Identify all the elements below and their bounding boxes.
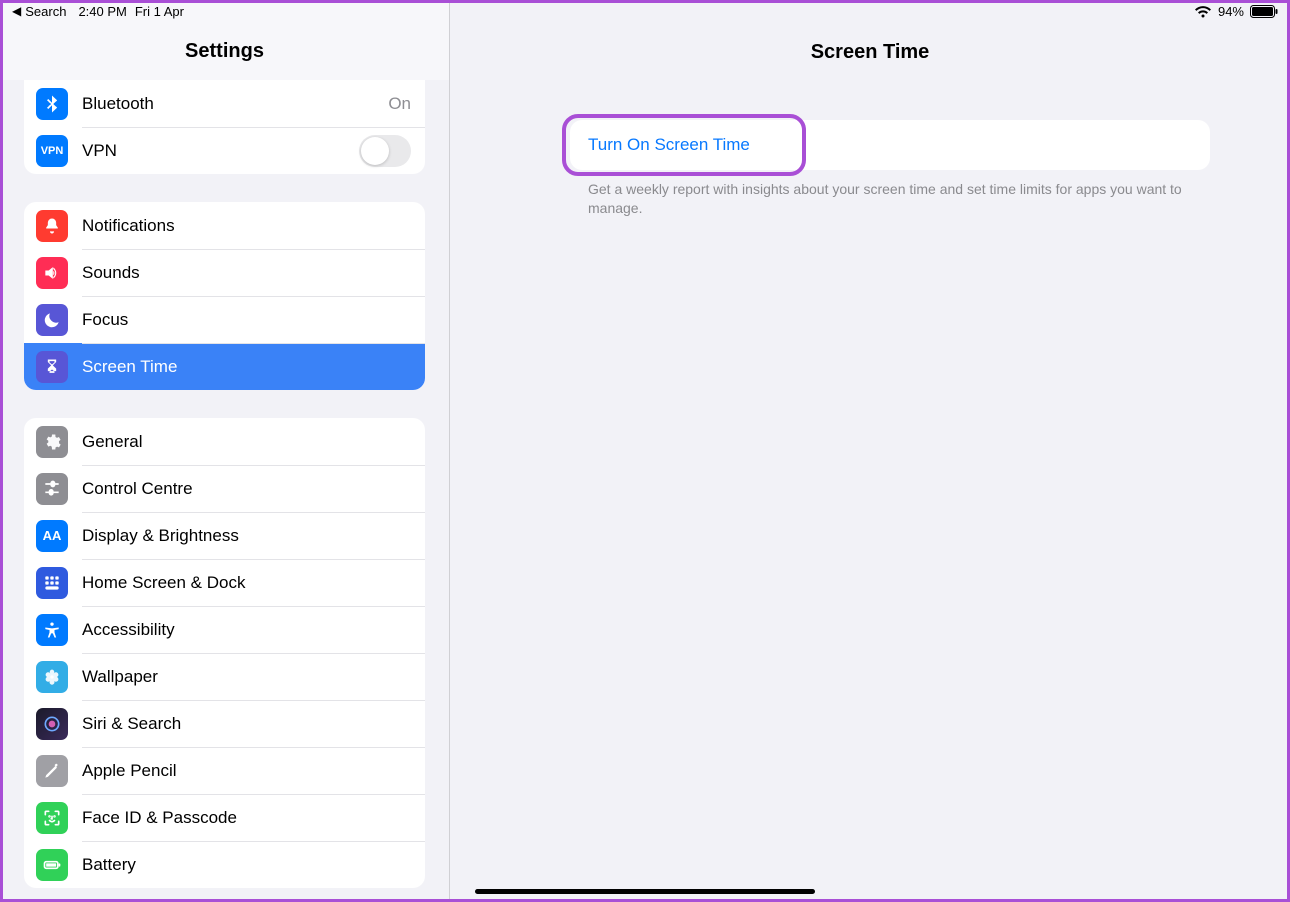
sidebar-scroll[interactable]: Bluetooth On VPN VPN Notifications <box>0 80 449 902</box>
status-bar: ◀ Search 2:40 PM Fri 1 Apr 94% <box>0 0 1290 22</box>
row-label: Apple Pencil <box>82 761 411 781</box>
battery-percentage: 94% <box>1218 4 1244 19</box>
sidebar-item-display[interactable]: AA Display & Brightness <box>24 512 425 559</box>
gear-icon <box>36 426 68 458</box>
sidebar-item-faceid[interactable]: Face ID & Passcode <box>24 794 425 841</box>
sidebar-item-battery[interactable]: Battery <box>24 841 425 888</box>
bluetooth-status: On <box>388 94 411 114</box>
faceid-icon <box>36 802 68 834</box>
status-date: Fri 1 Apr <box>135 4 184 19</box>
sidebar-item-apple-pencil[interactable]: Apple Pencil <box>24 747 425 794</box>
row-label: General <box>82 432 411 452</box>
bell-icon <box>36 210 68 242</box>
row-label: Battery <box>82 855 411 875</box>
row-label: VPN <box>82 141 345 161</box>
sliders-icon <box>36 473 68 505</box>
grid-icon <box>36 567 68 599</box>
turn-on-label: Turn On Screen Time <box>588 135 750 154</box>
row-label: Focus <box>82 310 411 330</box>
detail-title: Screen Time <box>811 41 930 64</box>
sidebar-section-notifications: Notifications Sounds Focus <box>24 202 425 390</box>
vpn-icon: VPN <box>36 135 68 167</box>
sidebar-item-wallpaper[interactable]: Wallpaper <box>24 653 425 700</box>
sidebar-item-general[interactable]: General <box>24 418 425 465</box>
detail-footer-text: Get a weekly report with insights about … <box>570 170 1210 218</box>
status-time: 2:40 PM <box>78 4 126 19</box>
accessibility-icon <box>36 614 68 646</box>
sidebar-item-vpn[interactable]: VPN VPN <box>24 127 425 174</box>
sidebar-title: Settings <box>185 40 264 63</box>
moon-icon <box>36 304 68 336</box>
row-label: Accessibility <box>82 620 411 640</box>
speaker-icon <box>36 257 68 289</box>
sidebar-item-control-centre[interactable]: Control Centre <box>24 465 425 512</box>
row-label: Sounds <box>82 263 411 283</box>
row-label: Control Centre <box>82 479 411 499</box>
row-label: Bluetooth <box>82 94 374 114</box>
pencil-icon <box>36 755 68 787</box>
sidebar-item-siri[interactable]: Siri & Search <box>24 700 425 747</box>
back-chevron-icon[interactable]: ◀ <box>12 4 21 18</box>
sidebar-item-focus[interactable]: Focus <box>24 296 425 343</box>
sidebar-item-sounds[interactable]: Sounds <box>24 249 425 296</box>
sidebar-item-screen-time[interactable]: Screen Time <box>24 343 425 390</box>
text-size-icon: AA <box>36 520 68 552</box>
sidebar-item-bluetooth[interactable]: Bluetooth On <box>24 80 425 127</box>
home-indicator[interactable] <box>475 889 815 894</box>
status-back-label[interactable]: Search <box>25 4 66 19</box>
sidebar-item-accessibility[interactable]: Accessibility <box>24 606 425 653</box>
row-label: Home Screen & Dock <box>82 573 411 593</box>
vpn-toggle[interactable] <box>359 135 411 167</box>
battery-row-icon <box>36 849 68 881</box>
sidebar-section-connectivity: Bluetooth On VPN VPN <box>24 80 425 174</box>
flower-icon <box>36 661 68 693</box>
turn-on-screen-time-button[interactable]: Turn On Screen Time <box>570 120 1210 170</box>
sidebar-section-general: General Control Centre AA Display & Brig… <box>24 418 425 888</box>
detail-pane: Screen Time Turn On Screen Time Get a we… <box>450 0 1290 902</box>
siri-icon <box>36 708 68 740</box>
row-label: Face ID & Passcode <box>82 808 411 828</box>
row-label: Siri & Search <box>82 714 411 734</box>
battery-icon <box>1250 5 1278 18</box>
row-label: Screen Time <box>82 357 411 377</box>
wifi-icon <box>1194 5 1212 18</box>
hourglass-icon <box>36 351 68 383</box>
row-label: Notifications <box>82 216 411 236</box>
sidebar-item-home-screen[interactable]: Home Screen & Dock <box>24 559 425 606</box>
sidebar: Settings Bluetooth On VPN VPN <box>0 0 450 902</box>
bluetooth-icon <box>36 88 68 120</box>
sidebar-item-notifications[interactable]: Notifications <box>24 202 425 249</box>
row-label: Wallpaper <box>82 667 411 687</box>
row-label: Display & Brightness <box>82 526 411 546</box>
